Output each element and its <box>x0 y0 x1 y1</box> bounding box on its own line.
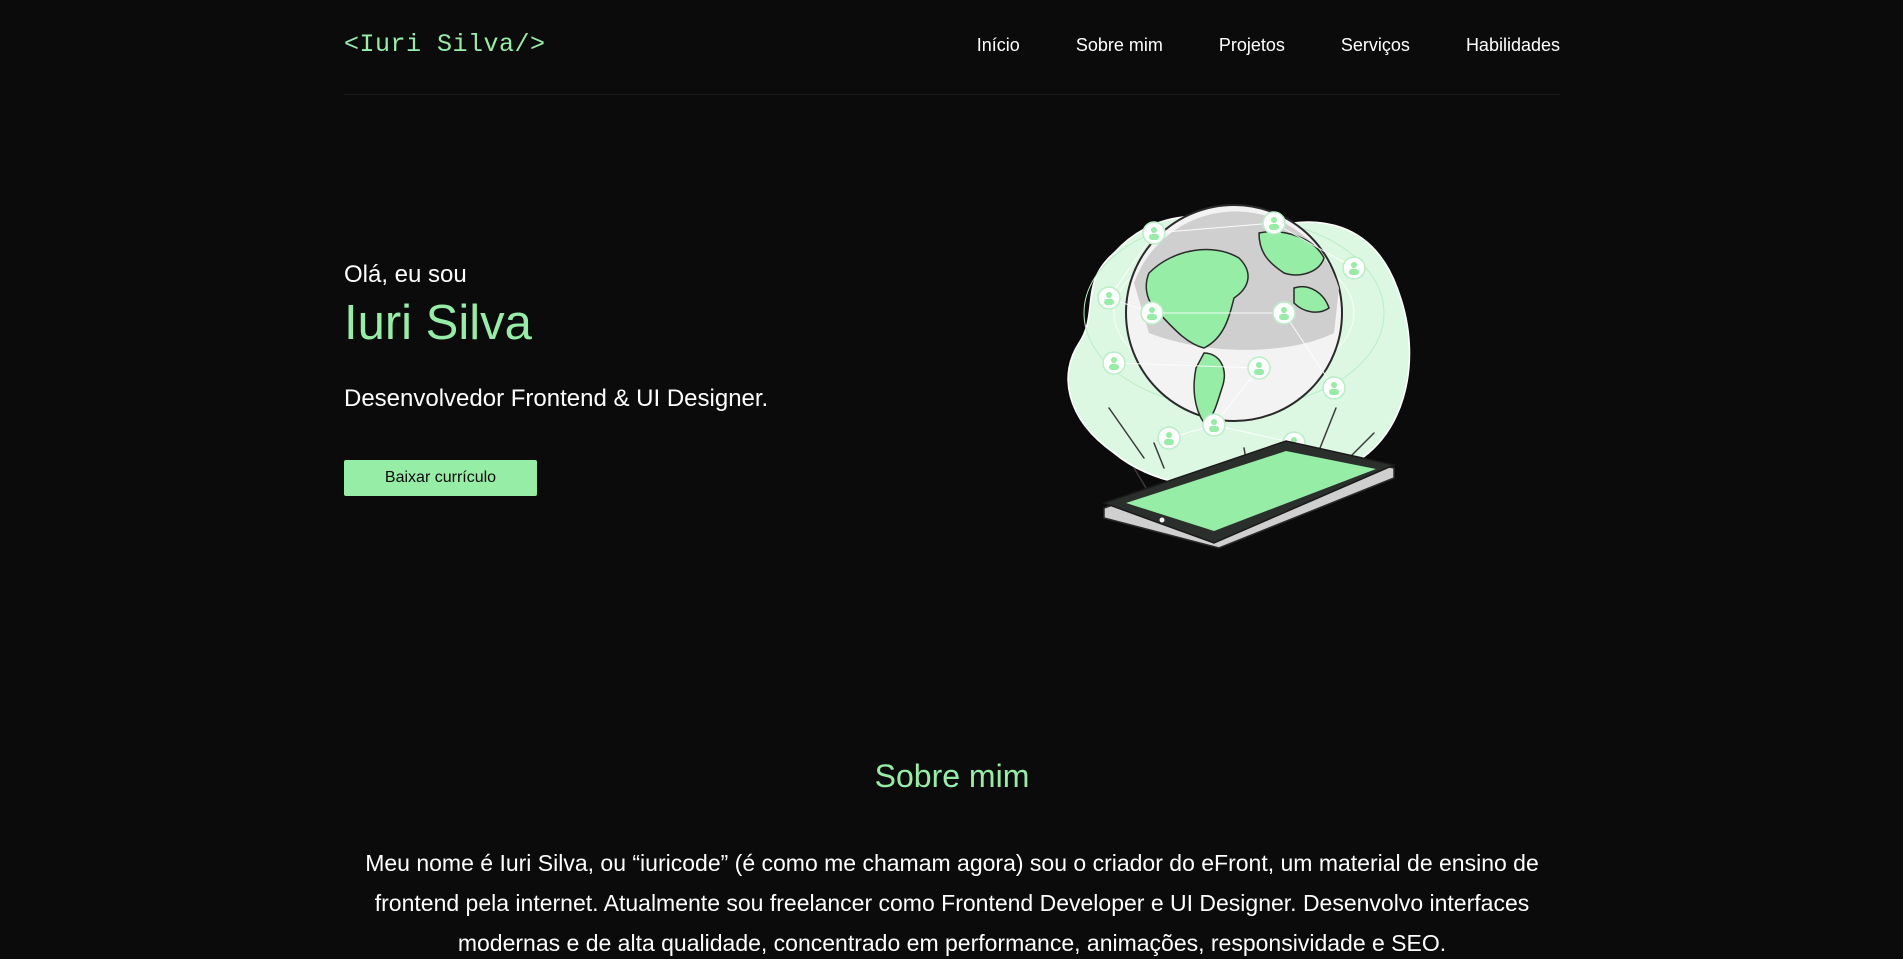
site-logo[interactable]: <Iuri Silva/> <box>344 30 546 59</box>
globe-tablet-network-illustration <box>1067 204 1411 549</box>
nav-link-projetos[interactable]: Projetos <box>1219 35 1285 56</box>
hero-name: Iuri Silva <box>344 296 532 350</box>
download-cv-button[interactable]: Baixar currículo <box>344 460 537 496</box>
nav-link-sobre-mim[interactable]: Sobre mim <box>1076 35 1163 56</box>
about-title: Sobre mim <box>874 758 1030 794</box>
hero-role: Desenvolvedor Frontend & UI Designer. <box>344 385 769 412</box>
main-nav: Início Sobre mim Projetos Serviços Habil… <box>977 35 1560 56</box>
about-text: Meu nome é Iuri Silva, ou “iuricode” (é … <box>365 850 1539 956</box>
nav-link-inicio[interactable]: Início <box>977 35 1020 56</box>
hero-greeting: Olá, eu sou <box>344 261 467 288</box>
nav-link-habilidades[interactable]: Habilidades <box>1466 35 1560 56</box>
nav-link-servicos[interactable]: Serviços <box>1341 35 1410 56</box>
hero-section: Olá, eu sou Iuri Silva Desenvolvedor Fro… <box>344 95 1560 685</box>
site-header: <Iuri Silva/> Início Sobre mim Projetos … <box>344 0 1560 95</box>
page-container: <Iuri Silva/> Início Sobre mim Projetos … <box>344 0 1560 956</box>
